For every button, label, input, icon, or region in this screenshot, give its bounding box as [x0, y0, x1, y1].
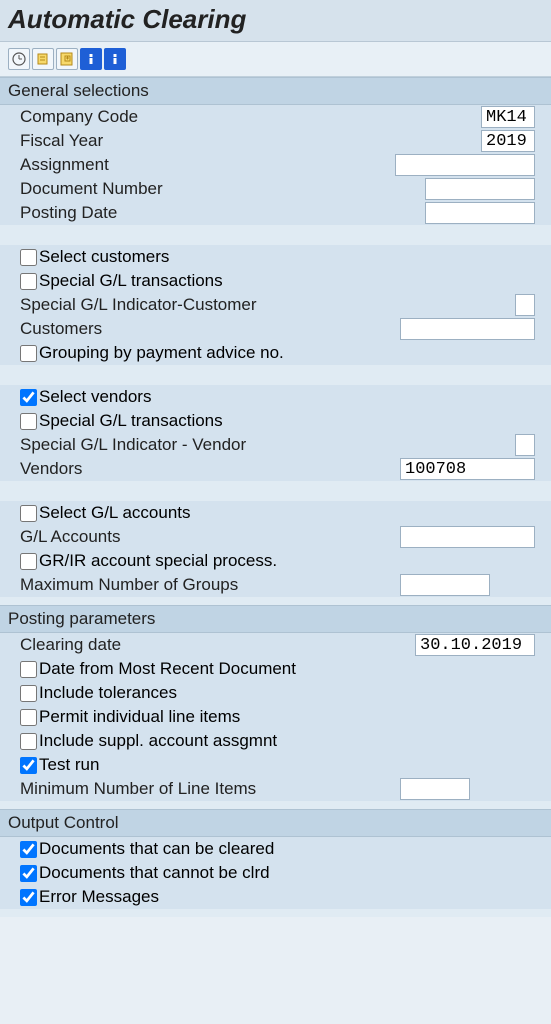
- label-document-number: Document Number: [20, 179, 320, 199]
- document-number-input[interactable]: [425, 178, 535, 200]
- variant-save-icon[interactable]: [56, 48, 78, 70]
- include-suppl-checkbox[interactable]: [20, 733, 37, 750]
- page-title: Automatic Clearing: [8, 4, 543, 35]
- label-grouping-payment-advice: Grouping by payment advice no.: [39, 343, 284, 363]
- select-gl-accounts-checkbox[interactable]: [20, 505, 37, 522]
- execute-icon[interactable]: [8, 48, 30, 70]
- vendors-input[interactable]: [400, 458, 535, 480]
- label-grir-special: GR/IR account special process.: [39, 551, 277, 571]
- docs-cleared-checkbox[interactable]: [20, 841, 37, 858]
- grir-special-checkbox[interactable]: [20, 553, 37, 570]
- posting-date-input[interactable]: [425, 202, 535, 224]
- label-error-messages: Error Messages: [39, 887, 159, 907]
- label-special-gl-ind-vend: Special G/L Indicator - Vendor: [20, 435, 320, 455]
- label-permit-individual: Permit individual line items: [39, 707, 240, 727]
- label-include-suppl: Include suppl. account assgmnt: [39, 731, 277, 751]
- section-header-general: General selections: [0, 77, 551, 105]
- label-vendors: Vendors: [20, 459, 320, 479]
- variant-get-icon[interactable]: [32, 48, 54, 70]
- section-general: Company Code Fiscal Year Assignment Docu…: [0, 105, 551, 605]
- label-company-code: Company Code: [20, 107, 320, 127]
- label-gl-accounts: G/L Accounts: [20, 527, 320, 547]
- label-assignment: Assignment: [20, 155, 320, 175]
- label-posting-date: Posting Date: [20, 203, 320, 223]
- label-docs-cleared: Documents that can be cleared: [39, 839, 274, 859]
- label-special-gl-ind-cust: Special G/L Indicator-Customer: [20, 295, 320, 315]
- label-select-vendors: Select vendors: [39, 387, 151, 407]
- select-customers-checkbox[interactable]: [20, 249, 37, 266]
- special-gl-ind-vend-input[interactable]: [515, 434, 535, 456]
- clearing-date-input[interactable]: [415, 634, 535, 656]
- label-date-recent-doc: Date from Most Recent Document: [39, 659, 296, 679]
- include-tolerances-checkbox[interactable]: [20, 685, 37, 702]
- permit-individual-checkbox[interactable]: [20, 709, 37, 726]
- label-select-customers: Select customers: [39, 247, 169, 267]
- error-messages-checkbox[interactable]: [20, 889, 37, 906]
- special-gl-trans-vend-checkbox[interactable]: [20, 413, 37, 430]
- label-test-run: Test run: [39, 755, 99, 775]
- section-posting: Clearing date Date from Most Recent Docu…: [0, 633, 551, 809]
- label-special-gl-trans-cust: Special G/L transactions: [39, 271, 223, 291]
- title-bar: Automatic Clearing: [0, 0, 551, 42]
- min-line-items-input[interactable]: [400, 778, 470, 800]
- toolbar: [0, 42, 551, 77]
- label-include-tolerances: Include tolerances: [39, 683, 177, 703]
- label-special-gl-trans-vend: Special G/L transactions: [39, 411, 223, 431]
- assignment-input[interactable]: [395, 154, 535, 176]
- date-recent-doc-checkbox[interactable]: [20, 661, 37, 678]
- label-max-groups: Maximum Number of Groups: [20, 575, 320, 595]
- label-docs-not-cleared: Documents that cannot be clrd: [39, 863, 270, 883]
- info-icon[interactable]: [80, 48, 102, 70]
- special-gl-ind-cust-input[interactable]: [515, 294, 535, 316]
- gl-accounts-input[interactable]: [400, 526, 535, 548]
- customers-input[interactable]: [400, 318, 535, 340]
- fiscal-year-input[interactable]: [481, 130, 535, 152]
- select-vendors-checkbox[interactable]: [20, 389, 37, 406]
- label-select-gl-accounts: Select G/L accounts: [39, 503, 191, 523]
- grouping-payment-advice-checkbox[interactable]: [20, 345, 37, 362]
- label-min-line-items: Minimum Number of Line Items: [20, 779, 320, 799]
- test-run-checkbox[interactable]: [20, 757, 37, 774]
- section-header-posting: Posting parameters: [0, 605, 551, 633]
- label-customers: Customers: [20, 319, 320, 339]
- special-gl-trans-cust-checkbox[interactable]: [20, 273, 37, 290]
- label-clearing-date: Clearing date: [20, 635, 320, 655]
- docs-not-cleared-checkbox[interactable]: [20, 865, 37, 882]
- company-code-input[interactable]: [481, 106, 535, 128]
- max-groups-input[interactable]: [400, 574, 490, 596]
- info-icon-2[interactable]: [104, 48, 126, 70]
- section-output: Documents that can be cleared Documents …: [0, 837, 551, 917]
- label-fiscal-year: Fiscal Year: [20, 131, 320, 151]
- section-header-output: Output Control: [0, 809, 551, 837]
